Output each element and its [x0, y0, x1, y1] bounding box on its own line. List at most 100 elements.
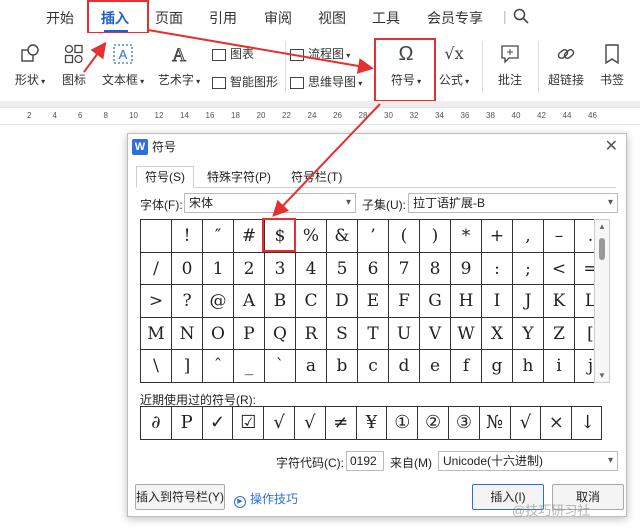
from-select[interactable]: Unicode(十六进制) ▾ [438, 451, 618, 471]
icon-button[interactable]: 图标 [58, 43, 90, 88]
tips-link[interactable]: ▶ 操作技巧 [234, 490, 298, 508]
symbol-cell[interactable]: d [389, 350, 420, 383]
symbol-cell[interactable]: ( [389, 220, 420, 253]
symbol-cell[interactable]: a [296, 350, 327, 383]
recent-symbol-cell[interactable]: ∂ [141, 407, 172, 439]
symbol-cell[interactable]: , [513, 220, 544, 253]
tab-review[interactable]: 审阅 [264, 8, 292, 28]
char-code-input[interactable]: 0192 [346, 451, 384, 471]
symbol-cell[interactable]: J [513, 285, 544, 318]
symbol-cell[interactable]: D [327, 285, 358, 318]
symbol-cell[interactable]: T [358, 317, 389, 351]
symbol-cell[interactable]: 8 [420, 252, 451, 286]
symbol-cell[interactable]: : [482, 252, 513, 286]
symbol-cell[interactable]: % [296, 220, 327, 253]
chart-button[interactable]: 图表 [212, 45, 272, 62]
symbol-cell[interactable]: 3 [265, 252, 296, 286]
symbol-cell[interactable]: 5 [327, 252, 358, 286]
symbol-cell[interactable]: ’ [358, 220, 389, 253]
bookmark-button[interactable]: 书签 [596, 43, 628, 88]
symbol-cell[interactable]: < [544, 252, 575, 286]
symbol-cell[interactable]: X [482, 317, 513, 351]
recent-symbol-cell[interactable]: P [172, 407, 203, 439]
symbol-cell[interactable]: B [265, 285, 296, 318]
hyperlink-button[interactable]: 超链接 [546, 43, 586, 88]
symbol-cell[interactable]: # [234, 220, 265, 253]
recent-symbol-cell[interactable]: № [480, 407, 511, 439]
shape-button[interactable]: 形状 ▾ [10, 43, 50, 88]
symbol-cell[interactable]: F [389, 285, 420, 318]
symbol-cell[interactable]: M [141, 317, 172, 351]
symbol-cell[interactable]: Q [265, 317, 296, 351]
symbol-cell[interactable]: H [451, 285, 482, 318]
symbol-cell[interactable]: 9 [451, 252, 482, 286]
symbol-grid-scrollbar[interactable]: ▲ ▼ [594, 219, 610, 383]
symbol-cell[interactable]: V [420, 317, 451, 351]
recent-symbol-cell[interactable]: √ [511, 407, 542, 439]
symbol-cell[interactable]: Y [513, 317, 544, 351]
tab-home[interactable]: 开始 [46, 8, 74, 28]
symbol-cell[interactable]: + [482, 220, 513, 253]
comment-button[interactable]: 批注 [492, 43, 528, 88]
smartart-button[interactable]: 智能图形 [212, 73, 284, 90]
recent-symbol-cell[interactable]: ≠ [326, 407, 357, 439]
symbol-cell[interactable]: f [451, 350, 482, 383]
symbol-cell[interactable]: – [544, 220, 575, 253]
symbol-cell[interactable]: G [420, 285, 451, 318]
symbol-cell[interactable]: ? [172, 285, 203, 318]
symbol-cell[interactable]: ˆ [203, 350, 234, 383]
scroll-up-icon[interactable]: ▲ [598, 222, 606, 231]
symbol-cell[interactable]: e [420, 350, 451, 383]
symbol-cell[interactable]: b [327, 350, 358, 383]
symbol-cell[interactable]: c [358, 350, 389, 383]
search-icon[interactable] [513, 8, 529, 24]
tab-member[interactable]: 会员专享 [427, 8, 483, 28]
symbol-cell[interactable]: S [327, 317, 358, 351]
symbol-cell[interactable]: R [296, 317, 327, 351]
recent-symbol-cell[interactable]: ② [418, 407, 449, 439]
wordart-button[interactable]: A 艺术字 ▾ [156, 43, 202, 88]
symbol-cell[interactable]: @ [203, 285, 234, 318]
font-select[interactable]: 宋体 ▾ [184, 193, 356, 213]
recent-symbol-cell[interactable]: × [541, 407, 573, 439]
symbol-cell[interactable]: P [234, 317, 265, 351]
symbol-cell[interactable]: I [482, 285, 513, 318]
tab-symbols[interactable]: 符号(S) [136, 166, 194, 188]
symbol-cell[interactable]: 7 [389, 252, 420, 286]
symbol-cell[interactable]: E [358, 285, 389, 318]
symbol-cell[interactable]: ! [172, 220, 203, 253]
recent-symbol-cell[interactable]: ③ [449, 407, 480, 439]
symbol-cell[interactable]: i [544, 350, 575, 383]
symbol-cell[interactable]: _ [234, 350, 265, 383]
tab-tools[interactable]: 工具 [372, 8, 400, 28]
close-icon[interactable]: ✕ [605, 134, 618, 160]
symbol-cell[interactable]: 4 [296, 252, 327, 286]
flowchart-button[interactable]: 流程图 ▾ [290, 45, 360, 62]
symbol-cell[interactable]: > [141, 285, 172, 318]
tab-page[interactable]: 页面 [155, 8, 183, 28]
mindmap-button[interactable]: 思维导图 ▾ [290, 73, 370, 90]
symbol-cell[interactable]: ` [265, 350, 296, 383]
insert-to-symbol-bar-button[interactable]: 插入到符号栏(Y) [135, 484, 225, 510]
symbol-cell[interactable]: ) [420, 220, 451, 253]
symbol-cell[interactable]: U [389, 317, 420, 351]
recent-symbol-cell[interactable]: √ [264, 407, 295, 439]
symbol-cell[interactable]: A [234, 285, 265, 318]
symbol-cell[interactable]: 2 [234, 252, 265, 286]
symbol-cell[interactable]: W [451, 317, 482, 351]
formula-button[interactable]: √x 公式 ▾ [436, 43, 472, 88]
symbol-cell[interactable]: C [296, 285, 327, 318]
recent-symbol-cell[interactable]: ☑ [233, 407, 265, 439]
scroll-thumb[interactable] [599, 238, 605, 260]
recent-symbol-cell[interactable]: √ [295, 407, 326, 439]
recent-symbol-cell[interactable]: ¥ [357, 407, 388, 439]
symbol-cell[interactable]: ] [172, 350, 203, 383]
symbol-cell[interactable]: O [203, 317, 234, 351]
tab-special-chars[interactable]: 特殊字符(P) [198, 166, 280, 188]
scroll-down-icon[interactable]: ▼ [598, 371, 606, 380]
symbol-cell[interactable] [141, 220, 172, 253]
textbox-button[interactable]: A 文本框 ▾ [100, 43, 146, 88]
symbol-cell[interactable]: / [141, 252, 172, 286]
symbol-cell[interactable]: \ [141, 350, 172, 383]
symbol-cell[interactable]: Z [544, 317, 575, 351]
